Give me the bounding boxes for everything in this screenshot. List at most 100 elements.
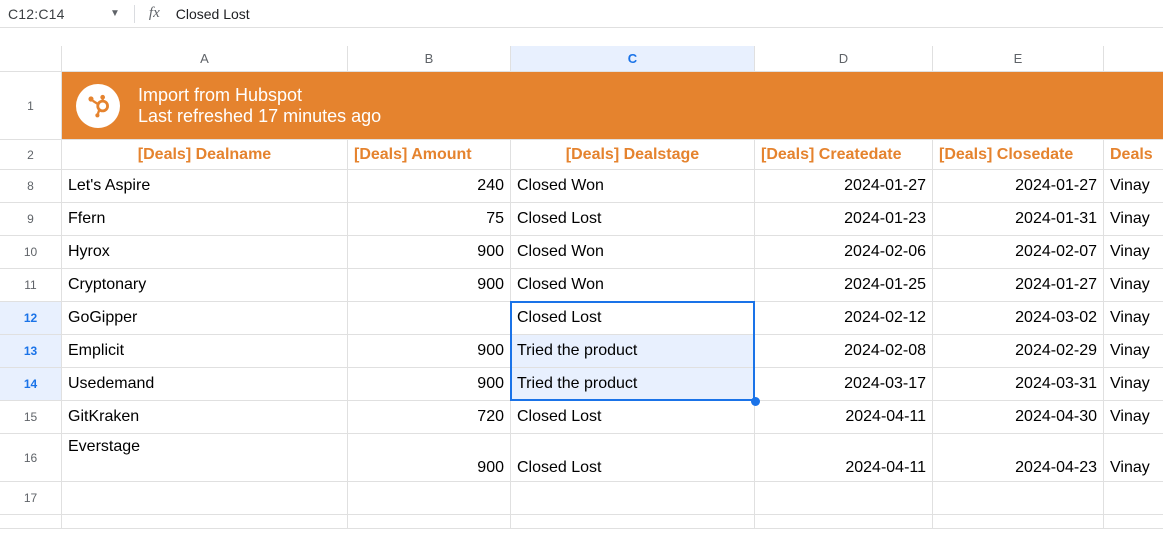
cell-owner[interactable]: Vinay <box>1104 434 1163 482</box>
cell-dealstage[interactable]: Closed Won <box>511 236 755 269</box>
cell[interactable] <box>755 515 933 529</box>
cell-closedate[interactable]: 2024-02-07 <box>933 236 1104 269</box>
cell-closedate[interactable]: 2024-01-27 <box>933 269 1104 302</box>
header-dealstage[interactable]: [Deals] Dealstage <box>511 140 755 170</box>
col-header-C[interactable]: C <box>511 46 755 72</box>
cell[interactable] <box>348 482 511 515</box>
cell-dealname[interactable]: GoGipper <box>62 302 348 335</box>
cell[interactable] <box>933 515 1104 529</box>
cell-amount[interactable]: 900 <box>348 269 511 302</box>
header-createdate[interactable]: [Deals] Createdate <box>755 140 933 170</box>
cell-closedate[interactable]: 2024-04-23 <box>933 434 1104 482</box>
table-row: 12GoGipper Closed Lost2024-02-122024-03-0… <box>0 302 1163 335</box>
cell-closedate[interactable]: 2024-03-02 <box>933 302 1104 335</box>
col-header-E[interactable]: E <box>933 46 1104 72</box>
select-all-corner[interactable] <box>0 46 62 72</box>
cell-owner[interactable]: Vinay <box>1104 170 1163 203</box>
row-header-8[interactable]: 8 <box>0 170 62 203</box>
cell[interactable] <box>1104 482 1163 515</box>
cell-dealname[interactable]: Usedemand <box>62 368 348 401</box>
cell[interactable] <box>348 515 511 529</box>
row-header-10[interactable]: 10 <box>0 236 62 269</box>
cell[interactable] <box>933 482 1104 515</box>
cell-amount[interactable]: 75 <box>348 203 511 236</box>
row-header-15[interactable]: 15 <box>0 401 62 434</box>
col-header-A[interactable]: A <box>62 46 348 72</box>
row-header-11[interactable]: 11 <box>0 269 62 302</box>
col-header-B[interactable]: B <box>348 46 511 72</box>
cell-createdate[interactable]: 2024-03-17 <box>755 368 933 401</box>
spreadsheet-grid[interactable]: A B C D E 1 Import from Hubspot Last ref… <box>0 46 1163 529</box>
cell-dealstage[interactable]: Closed Lost <box>511 203 755 236</box>
row-header-partial[interactable] <box>0 515 62 529</box>
cell-dealname[interactable]: Ffern <box>62 203 348 236</box>
cell[interactable] <box>62 482 348 515</box>
cell-dealstage[interactable]: Tried the product <box>511 368 755 401</box>
row-header-16[interactable]: 16 <box>0 434 62 482</box>
cell[interactable] <box>62 515 348 529</box>
cell-createdate[interactable]: 2024-04-11 <box>755 401 933 434</box>
cell-dealstage[interactable]: Closed Lost <box>511 302 755 335</box>
col-header-F[interactable] <box>1104 46 1163 72</box>
cell-createdate[interactable]: 2024-02-06 <box>755 236 933 269</box>
col-header-D[interactable]: D <box>755 46 933 72</box>
cell-amount[interactable] <box>348 302 511 335</box>
header-closedate[interactable]: [Deals] Closedate <box>933 140 1104 170</box>
cell[interactable] <box>1104 515 1163 529</box>
name-box-input[interactable] <box>8 6 102 22</box>
cell-owner[interactable]: Vinay <box>1104 203 1163 236</box>
cell-dealname[interactable]: Cryptonary <box>62 269 348 302</box>
cell-owner[interactable]: Vinay <box>1104 335 1163 368</box>
cell-createdate[interactable]: 2024-04-11 <box>755 434 933 482</box>
cell-owner[interactable]: Vinay <box>1104 401 1163 434</box>
cell[interactable] <box>511 482 755 515</box>
row-header-13[interactable]: 13 <box>0 335 62 368</box>
header-owner[interactable]: Deals <box>1104 140 1163 170</box>
cell-owner[interactable]: Vinay <box>1104 269 1163 302</box>
cell-amount[interactable]: 900 <box>348 236 511 269</box>
header-dealname[interactable]: [Deals] Dealname <box>62 140 348 170</box>
cell-dealname[interactable]: Let's Aspire <box>62 170 348 203</box>
cell-amount[interactable]: 900 <box>348 368 511 401</box>
cell[interactable] <box>511 515 755 529</box>
cell-amount[interactable]: 900 <box>348 335 511 368</box>
row-header-14[interactable]: 14 <box>0 368 62 401</box>
fx-label: fx <box>143 5 168 22</box>
cell-owner[interactable]: Vinay <box>1104 236 1163 269</box>
cell-createdate[interactable]: 2024-01-23 <box>755 203 933 236</box>
cell-closedate[interactable]: 2024-02-29 <box>933 335 1104 368</box>
cell-createdate[interactable]: 2024-02-12 <box>755 302 933 335</box>
cell-owner[interactable]: Vinay <box>1104 368 1163 401</box>
selection-fill-handle[interactable] <box>751 397 760 406</box>
cell[interactable] <box>755 482 933 515</box>
formula-input[interactable] <box>176 6 1163 22</box>
row-header-2[interactable]: 2 <box>0 140 62 170</box>
cell-dealname[interactable]: Everstage <box>62 434 348 482</box>
cell-createdate[interactable]: 2024-01-25 <box>755 269 933 302</box>
cell-closedate[interactable]: 2024-01-27 <box>933 170 1104 203</box>
cell-amount[interactable]: 240 <box>348 170 511 203</box>
cell-dealname[interactable]: GitKraken <box>62 401 348 434</box>
row-header-12[interactable]: 12 <box>0 302 62 335</box>
cell-dealname[interactable]: Hyrox <box>62 236 348 269</box>
cell-dealname[interactable]: Emplicit <box>62 335 348 368</box>
cell-dealstage[interactable]: Closed Lost <box>511 401 755 434</box>
cell-dealstage[interactable]: Closed Won <box>511 269 755 302</box>
cell-amount[interactable]: 900 <box>348 434 511 482</box>
cell-dealstage[interactable]: Closed Won <box>511 170 755 203</box>
row-header-17[interactable]: 17 <box>0 482 62 515</box>
cell-dealstage[interactable]: Closed Lost <box>511 434 755 482</box>
row-header-1[interactable]: 1 <box>0 72 62 140</box>
cell-closedate[interactable]: 2024-01-31 <box>933 203 1104 236</box>
cell-createdate[interactable]: 2024-01-27 <box>755 170 933 203</box>
cell-owner[interactable]: Vinay <box>1104 302 1163 335</box>
row-header-9[interactable]: 9 <box>0 203 62 236</box>
cell-dealstage[interactable]: Tried the product <box>511 335 755 368</box>
cell-closedate[interactable]: 2024-04-30 <box>933 401 1104 434</box>
cell-closedate[interactable]: 2024-03-31 <box>933 368 1104 401</box>
header-amount[interactable]: [Deals] Amount <box>348 140 511 170</box>
cell-createdate[interactable]: 2024-02-08 <box>755 335 933 368</box>
banner-subtitle: Last refreshed 17 minutes ago <box>138 106 381 127</box>
cell-amount[interactable]: 720 <box>348 401 511 434</box>
name-box-dropdown-icon[interactable]: ▼ <box>110 8 126 19</box>
